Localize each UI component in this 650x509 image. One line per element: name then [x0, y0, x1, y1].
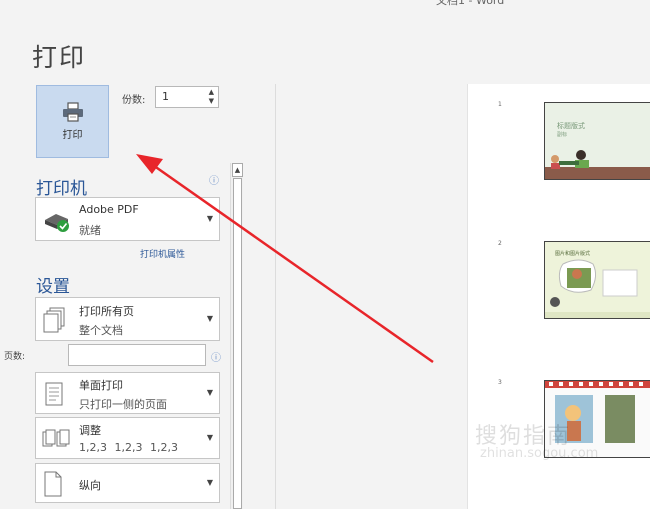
- print-button-label: 打印: [62, 130, 83, 141]
- pages-icon: [43, 307, 65, 333]
- orientation-title: 纵向: [79, 479, 101, 492]
- slide-thumbnail: 标题版式 副标: [544, 102, 650, 180]
- collate-icon: [42, 429, 70, 447]
- page-title: 打印: [32, 43, 87, 72]
- settings-scrollbar[interactable]: ▲: [230, 163, 243, 509]
- printer-properties-link[interactable]: 打印机属性: [140, 247, 185, 260]
- pane-divider: [275, 84, 276, 509]
- slide-illustration: [545, 259, 650, 318]
- scroll-up-arrow[interactable]: ▲: [232, 163, 243, 177]
- chevron-down-icon: ▼: [206, 478, 213, 487]
- pages-input[interactable]: [68, 344, 206, 366]
- chevron-down-icon: ▼: [206, 214, 213, 223]
- chevron-down-icon: ▼: [206, 433, 213, 442]
- sides-subtitle: 只打印一侧的页面: [79, 398, 167, 411]
- chevron-down-icon: ▼: [206, 388, 213, 397]
- slide-illustration: [545, 150, 650, 179]
- pages-label: 页数:: [4, 352, 26, 362]
- copies-value: 1: [162, 90, 169, 103]
- collate-subtitle: 1,2,3 1,2,3 1,2,3: [79, 441, 178, 454]
- copies-stepper[interactable]: ▲ ▼: [209, 88, 214, 106]
- collate-dropdown[interactable]: 调整 1,2,3 1,2,3 1,2,3 ▼: [35, 417, 220, 459]
- sides-dropdown[interactable]: 单面打印 只打印一侧的页面 ▼: [35, 372, 220, 414]
- window-title: 文档1 - Word: [436, 0, 505, 7]
- slide-thumbnail: 图片和图片版式: [544, 241, 650, 319]
- chevron-down-icon: ▼: [206, 314, 213, 323]
- printer-dropdown[interactable]: Adobe PDF 就绪 ▼: [35, 197, 220, 241]
- settings-section-title: 设置: [36, 277, 70, 297]
- portrait-icon: [44, 471, 62, 497]
- copies-input[interactable]: 1 ▲ ▼: [155, 86, 219, 108]
- print-range-dropdown[interactable]: 打印所有页 整个文档 ▼: [35, 297, 220, 341]
- info-icon[interactable]: ⓘ: [209, 172, 219, 187]
- slide-number: 3: [498, 379, 502, 386]
- printer-section-title: 打印机: [36, 179, 87, 199]
- printer-ready-icon: [45, 214, 69, 232]
- sides-title: 单面打印: [79, 379, 123, 392]
- slide-number: 2: [498, 240, 502, 247]
- print-range-title: 打印所有页: [79, 305, 134, 318]
- orientation-dropdown[interactable]: 纵向 ▼: [35, 463, 220, 503]
- scroll-thumb[interactable]: [233, 178, 242, 509]
- single-sided-icon: [45, 382, 63, 406]
- print-button[interactable]: 打印: [36, 85, 109, 158]
- collate-title: 调整: [79, 424, 101, 437]
- printer-icon: [62, 102, 83, 122]
- printer-status: 就绪: [79, 224, 101, 237]
- copies-label: 份数:: [122, 95, 146, 106]
- slide-number: 1: [498, 101, 502, 108]
- print-range-subtitle: 整个文档: [79, 324, 123, 337]
- printer-name: Adobe PDF: [79, 203, 139, 216]
- watermark-url: zhinan.sogou.com: [480, 446, 599, 461]
- info-icon[interactable]: ⓘ: [211, 349, 221, 364]
